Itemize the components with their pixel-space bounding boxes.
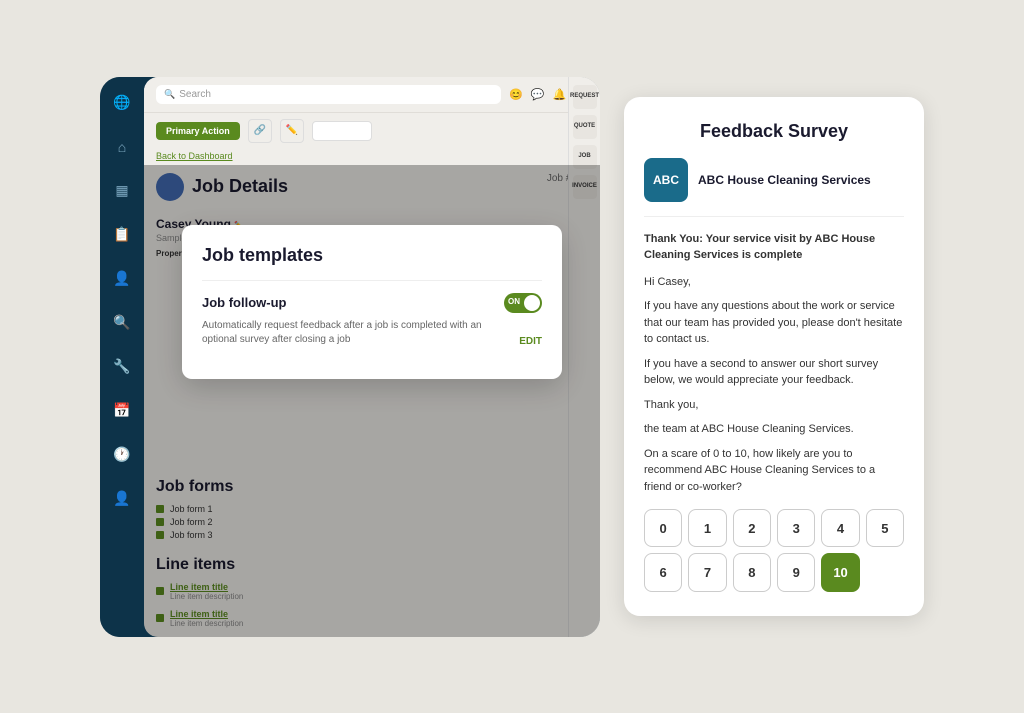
survey-body: Thank You: Your service visit by ABC Hou… bbox=[644, 231, 904, 496]
bell-icon[interactable]: 🔔 bbox=[553, 88, 567, 101]
search-bar[interactable]: 🔍 Search bbox=[156, 85, 501, 104]
nps-btn-9[interactable]: 9 bbox=[777, 553, 815, 591]
page-body: Job Details Job #123 Casey Young ✏️ Samp… bbox=[144, 165, 600, 637]
template-header: Job follow-up ON bbox=[202, 293, 542, 313]
nps-btn-7[interactable]: 7 bbox=[688, 553, 726, 591]
nps-btn-5[interactable]: 5 bbox=[866, 509, 904, 547]
user-avatar-icon: 😊 bbox=[509, 88, 523, 101]
modal-overlay: Job templates Job follow-up ON bbox=[144, 165, 600, 637]
message-icon[interactable]: 💬 bbox=[531, 88, 545, 101]
company-header: ABC ABC House Cleaning Services bbox=[644, 158, 904, 217]
nps-btn-10[interactable]: 10 bbox=[821, 553, 859, 591]
nps-btn-8[interactable]: 8 bbox=[733, 553, 771, 591]
sidebar-icon-user[interactable]: 👤 bbox=[108, 485, 136, 513]
sidebar-icon-home[interactable]: ⌂ bbox=[108, 133, 136, 161]
survey-card: Feedback Survey ABC ABC House Cleaning S… bbox=[624, 97, 924, 616]
survey-body2: If you have a second to answer our short… bbox=[644, 356, 904, 389]
nps-btn-3[interactable]: 3 bbox=[777, 509, 815, 547]
primary-action-button[interactable]: Primary Action bbox=[156, 122, 240, 140]
nps-grid-row2: 6 7 8 9 10 bbox=[644, 553, 904, 591]
sidebar-icon-search[interactable]: 🔍 bbox=[108, 309, 136, 337]
sidebar-icon-calendar[interactable]: 📅 bbox=[108, 397, 136, 425]
nps-btn-6[interactable]: 6 bbox=[644, 553, 682, 591]
sidebar: 🌐 ⌂ ▦ 📋 👤 🔍 🔧 📅 🕐 👤 bbox=[100, 77, 144, 637]
extra-field bbox=[312, 121, 372, 141]
request-btn[interactable]: REQUEST bbox=[573, 85, 597, 109]
template-name: Job follow-up bbox=[202, 295, 286, 310]
tablet: 🌐 ⌂ ▦ 📋 👤 🔍 🔧 📅 🕐 👤 🔍 Search 😊 💬 bbox=[100, 77, 600, 637]
toggle-switch[interactable]: ON bbox=[504, 293, 542, 313]
search-placeholder: Search bbox=[179, 89, 211, 100]
search-icon: 🔍 bbox=[164, 89, 175, 100]
modal-title: Job templates bbox=[202, 245, 542, 266]
toggle-on-label: ON bbox=[508, 297, 520, 306]
company-name: ABC House Cleaning Services bbox=[698, 173, 871, 187]
survey-greeting: Hi Casey, bbox=[644, 274, 904, 291]
template-desc: Automatically request feedback after a j… bbox=[202, 319, 482, 347]
sidebar-icon-globe[interactable]: 🌐 bbox=[108, 89, 136, 117]
survey-signoff: Thank you, bbox=[644, 397, 904, 414]
sidebar-icon-clock[interactable]: 🕐 bbox=[108, 441, 136, 469]
company-logo: ABC bbox=[644, 158, 688, 202]
sidebar-icon-briefcase[interactable]: ▦ bbox=[108, 177, 136, 205]
link-icon-btn[interactable]: 🔗 bbox=[248, 119, 272, 143]
survey-team: the team at ABC House Cleaning Services. bbox=[644, 421, 904, 438]
sidebar-icon-doc[interactable]: 📋 bbox=[108, 221, 136, 249]
action-bar: Primary Action 🔗 ✏️ bbox=[144, 113, 600, 149]
nps-btn-2[interactable]: 2 bbox=[733, 509, 771, 547]
survey-title: Feedback Survey bbox=[644, 121, 904, 142]
top-bar: 🔍 Search 😊 💬 🔔 ⚙️ bbox=[144, 77, 600, 113]
nps-btn-1[interactable]: 1 bbox=[688, 509, 726, 547]
nps-btn-0[interactable]: 0 bbox=[644, 509, 682, 547]
modal-card: Job templates Job follow-up ON bbox=[182, 225, 562, 379]
sidebar-icon-contact[interactable]: 👤 bbox=[108, 265, 136, 293]
nps-grid-row1: 0 1 2 3 4 5 bbox=[644, 509, 904, 547]
edit-icon-btn[interactable]: ✏️ bbox=[280, 119, 304, 143]
template-item: Job follow-up ON Automatically request f… bbox=[202, 280, 542, 359]
nps-placeholder bbox=[866, 553, 904, 591]
survey-nps-question: On a scare of 0 to 10, how likely are yo… bbox=[644, 446, 904, 496]
nps-btn-4[interactable]: 4 bbox=[821, 509, 859, 547]
toggle-container: ON bbox=[504, 293, 542, 313]
edit-link[interactable]: EDIT bbox=[519, 336, 542, 347]
quote-btn[interactable]: QUOTE bbox=[573, 115, 597, 139]
breadcrumb[interactable]: Back to Dashboard bbox=[144, 149, 600, 165]
survey-subject: Thank You: Your service visit by ABC Hou… bbox=[644, 231, 904, 264]
survey-body1: If you have any questions about the work… bbox=[644, 298, 904, 348]
sidebar-icon-wrench[interactable]: 🔧 bbox=[108, 353, 136, 381]
main-content: 🔍 Search 😊 💬 🔔 ⚙️ Primary Action 🔗 ✏️ Ba… bbox=[144, 77, 600, 637]
scene: 🌐 ⌂ ▦ 📋 👤 🔍 🔧 📅 🕐 👤 🔍 Search 😊 💬 bbox=[100, 77, 924, 637]
